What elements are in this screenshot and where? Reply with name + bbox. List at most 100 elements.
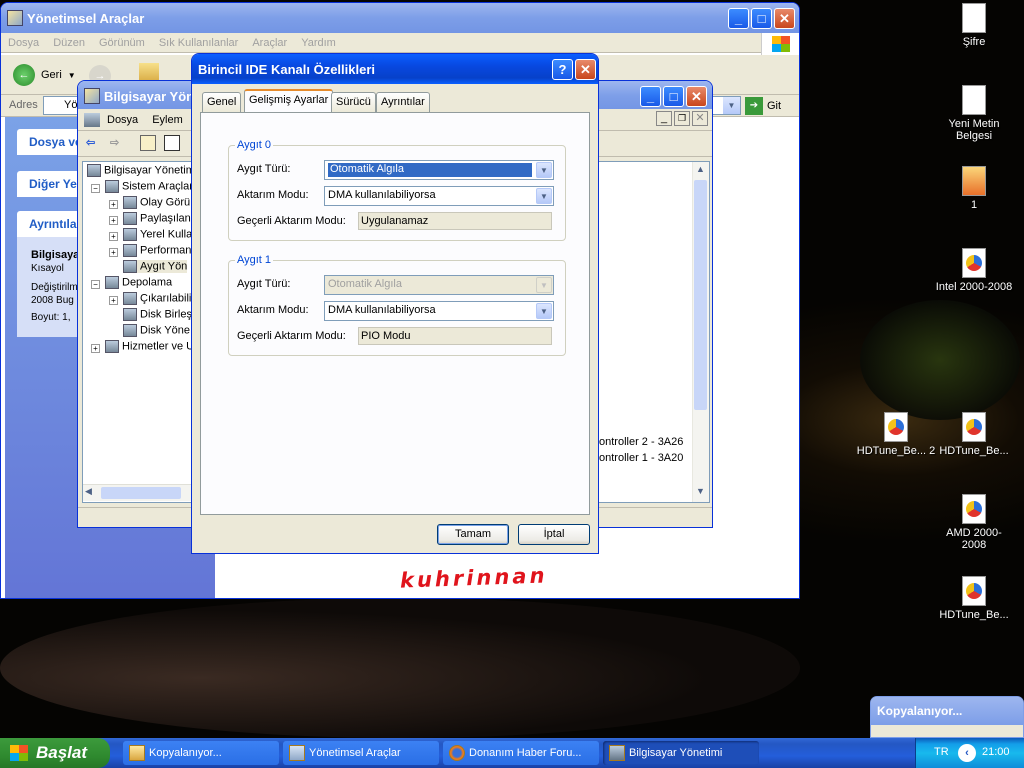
close-button[interactable]: ✕ — [575, 59, 596, 80]
desktop-icon-yeni-metin[interactable]: Yeni Metin Belgesi — [934, 85, 1014, 142]
desktop-icon-hdtune-2[interactable]: HDTune_Be... 2 — [856, 412, 936, 457]
handwriting-text: kuhrinnan — [399, 563, 548, 593]
menu-item[interactable]: Eylem — [145, 114, 190, 126]
scrollbar-thumb[interactable] — [694, 180, 707, 410]
expand-icon[interactable]: + — [109, 296, 118, 305]
menu-item[interactable]: Dosya — [100, 114, 145, 126]
tree-item[interactable]: Yerel Kulla — [123, 228, 192, 241]
show-hidden-icons-button[interactable]: ‹ — [958, 744, 976, 762]
menu-item[interactable]: Görünüm — [92, 37, 152, 49]
title-bar[interactable]: Birincil IDE Kanalı Özellikleri — [192, 54, 598, 84]
back-button[interactable]: ← Geri ▼ — [13, 63, 76, 87]
tree-item[interactable]: Olay Görü — [123, 196, 190, 209]
device1-group: Aygıt 1 Aygıt Türü: Otomatik Algıla ▼ Akt… — [228, 254, 566, 356]
back-arrow-icon: ← — [13, 64, 35, 86]
desktop-icon-label: HDTune_Be... 2 — [856, 445, 936, 457]
tree-item[interactable]: Bilgisayar Yönetimi — [87, 164, 197, 177]
vertical-scrollbar[interactable]: ▲ ▼ — [692, 162, 709, 502]
device0-type-select[interactable]: Otomatik Algıla ▼ — [324, 160, 554, 180]
tree-item[interactable]: Disk Birleş — [123, 308, 192, 321]
help-button[interactable]: ? — [552, 59, 573, 80]
start-button[interactable]: Başlat — [0, 738, 110, 768]
back-icon[interactable]: ⇦ — [86, 136, 95, 149]
horizontal-scrollbar[interactable]: ◀ — [83, 484, 193, 501]
mdi-close-button[interactable]: ✕ — [692, 111, 708, 126]
minimize-button[interactable]: _ — [640, 86, 661, 107]
up-icon[interactable] — [140, 135, 156, 151]
tree-label: Aygıt Yön — [140, 260, 188, 273]
tree-item[interactable]: Disk Yöne — [123, 324, 190, 337]
tree-item[interactable]: Hizmetler ve U — [105, 340, 194, 353]
taskbar: Başlat Kopyalanıyor... Yönetimsel Araçla… — [0, 738, 1024, 768]
menu-item[interactable]: Düzen — [46, 37, 92, 49]
menu-app-icon — [84, 112, 100, 127]
chevron-down-icon[interactable]: ▼ — [536, 188, 552, 204]
tree-item[interactable]: Sistem Araçları — [105, 180, 196, 193]
close-button[interactable]: ✕ — [686, 86, 707, 107]
tab-general[interactable]: Genel — [202, 92, 242, 112]
chevron-down-icon[interactable]: ▼ — [536, 303, 552, 319]
go-button[interactable]: ➔ Git — [745, 97, 781, 115]
menu-item[interactable]: Yardım — [294, 37, 343, 49]
expand-icon[interactable]: + — [91, 344, 100, 353]
language-indicator[interactable]: TR — [934, 746, 949, 758]
event-viewer-icon — [123, 196, 137, 209]
ok-button[interactable]: Tamam — [437, 524, 509, 545]
menu-item[interactable]: Sık Kullanılanlar — [152, 37, 246, 49]
expand-icon[interactable]: + — [109, 248, 118, 257]
forward-icon[interactable]: ⇨ — [110, 136, 119, 149]
device1-current-value: PIO Modu — [358, 327, 552, 345]
folder-icon — [129, 745, 145, 761]
chevron-down-icon[interactable]: ▼ — [723, 97, 740, 114]
desktop-icon-label: Intel 2000-2008 — [935, 281, 1013, 293]
title-bar[interactable]: Kopyalanıyor... — [871, 697, 1023, 725]
copy-progress-window[interactable]: Kopyalanıyor... — [870, 696, 1024, 738]
tree-item[interactable]: Paylaşılan — [123, 212, 191, 225]
taskbar-item-computer-management[interactable]: Bilgisayar Yönetimi — [603, 741, 759, 765]
taskbar-item-copying[interactable]: Kopyalanıyor... — [123, 741, 279, 765]
mdi-minimize-button[interactable]: _ — [656, 111, 672, 126]
tab-advanced[interactable]: Gelişmiş Ayarlar — [244, 89, 334, 113]
scroll-left-icon[interactable]: ◀ — [85, 486, 92, 497]
desktop-icon-hdtune-3[interactable]: HDTune_Be... — [934, 576, 1014, 621]
maximize-button[interactable]: □ — [751, 8, 772, 29]
title-bar[interactable]: Yönetimsel Araçlar — [1, 3, 799, 33]
tree-item-selected[interactable]: Aygıt Yön — [123, 260, 188, 273]
device1-mode-select[interactable]: DMA kullanılabiliyorsa ▼ — [324, 301, 554, 321]
desktop-icon-sifre[interactable]: Şifre — [934, 3, 1014, 48]
scroll-down-icon[interactable]: ▼ — [696, 486, 705, 496]
mdi-restore-button[interactable]: ❐ — [674, 111, 690, 126]
list-item[interactable]: ontroller 1 - 3A20 — [599, 452, 683, 464]
ide-properties-dialog[interactable]: Birincil IDE Kanalı Özellikleri ? ✕ Gene… — [191, 53, 599, 554]
tree-item[interactable]: Çıkarılabili — [123, 292, 191, 305]
tree-label: Yerel Kulla — [140, 228, 193, 241]
tab-driver[interactable]: Sürücü — [331, 92, 376, 112]
expand-icon[interactable]: + — [109, 216, 118, 225]
menu-item[interactable]: Dosya — [1, 37, 46, 49]
show-hide-tree-icon[interactable] — [164, 135, 180, 151]
expand-icon[interactable]: + — [109, 232, 118, 241]
device0-mode-select[interactable]: DMA kullanılabiliyorsa ▼ — [324, 186, 554, 206]
clock[interactable]: 21:00 — [982, 746, 1010, 758]
desktop-icon-amd[interactable]: AMD 2000-2008 — [934, 494, 1014, 551]
chevron-down-icon[interactable]: ▼ — [536, 162, 552, 178]
desktop-icon-intel[interactable]: Intel 2000-2008 — [934, 248, 1014, 293]
cancel-button[interactable]: İptal — [518, 524, 590, 545]
tree-item[interactable]: Performan — [123, 244, 191, 257]
tab-details[interactable]: Ayrıntılar — [376, 92, 430, 112]
menu-item[interactable]: Araçlar — [245, 37, 294, 49]
expand-icon[interactable]: + — [109, 200, 118, 209]
scrollbar-thumb[interactable] — [101, 487, 181, 499]
close-button[interactable]: ✕ — [774, 8, 795, 29]
desktop-icon-1[interactable]: 1 — [934, 166, 1014, 211]
collapse-icon[interactable]: − — [91, 184, 100, 193]
scroll-up-icon[interactable]: ▲ — [696, 164, 705, 174]
collapse-icon[interactable]: − — [91, 280, 100, 289]
taskbar-item-firefox[interactable]: Donanım Haber Foru... — [443, 741, 599, 765]
desktop-icon-hdtune[interactable]: HDTune_Be... — [934, 412, 1014, 457]
maximize-button[interactable]: □ — [663, 86, 684, 107]
minimize-button[interactable]: _ — [728, 8, 749, 29]
taskbar-item-admin-tools[interactable]: Yönetimsel Araçlar — [283, 741, 439, 765]
tree-item[interactable]: Depolama — [105, 276, 172, 289]
list-item[interactable]: ontroller 2 - 3A26 — [599, 436, 683, 448]
